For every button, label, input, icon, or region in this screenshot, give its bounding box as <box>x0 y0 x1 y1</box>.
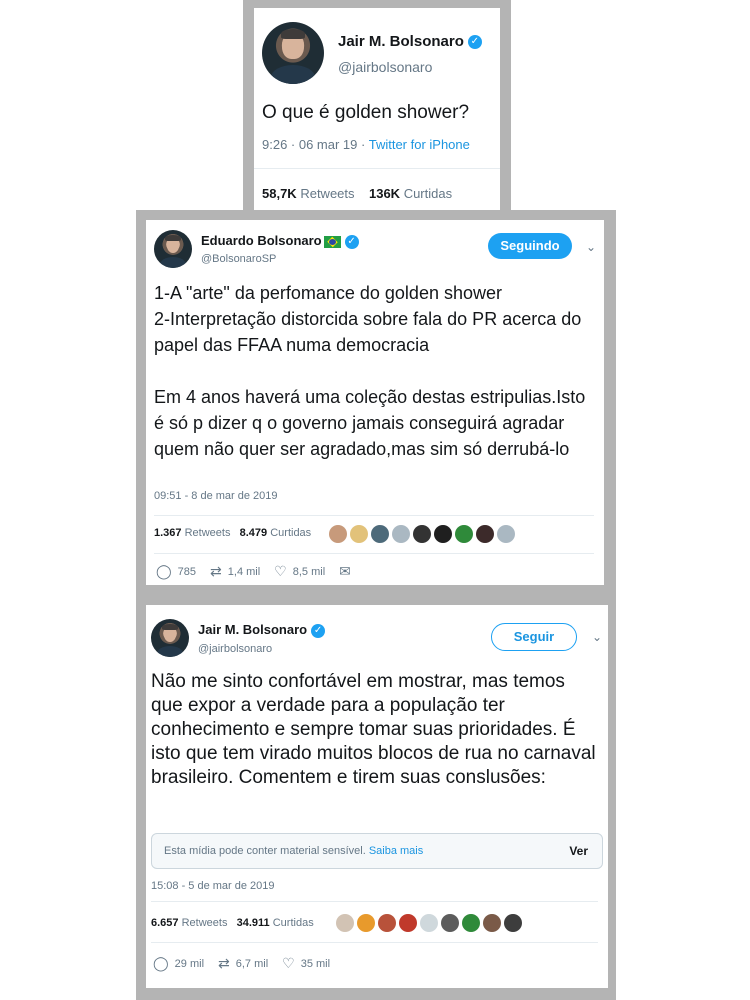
like-count: 8,5 mil <box>292 565 326 578</box>
avatar[interactable] <box>151 619 189 657</box>
tweet-3-card: Jair M. Bolsonaro ✓ @jairbolsonaro Seguir… <box>146 605 608 988</box>
liker-avatar[interactable] <box>497 525 515 543</box>
liker-avatar[interactable] <box>378 914 396 932</box>
author-name[interactable]: Jair M. Bolsonaro <box>338 33 464 50</box>
liker-avatar[interactable] <box>462 914 480 932</box>
avatar[interactable] <box>262 22 324 84</box>
verified-badge-icon: ✓ <box>344 234 359 249</box>
liker-avatar[interactable] <box>329 525 347 543</box>
chevron-down-icon[interactable]: ⌄ <box>592 630 602 644</box>
author-name-row[interactable]: Jair M. Bolsonaro ✓ <box>198 622 326 638</box>
retweet-button[interactable]: ⇄ 1,4 mil <box>210 563 260 580</box>
view-media-button[interactable]: Ver <box>569 844 588 858</box>
retweets-label[interactable]: Retweets <box>185 527 231 539</box>
following-button[interactable]: Seguindo <box>488 233 572 259</box>
tweet-stats: 58,7K Retweets 136K Curtidas <box>262 186 452 201</box>
likes-count[interactable]: 8.479 <box>240 527 268 539</box>
tweet-1-card: Jair M. Bolsonaro ✓ @jairbolsonaro O que … <box>254 8 500 211</box>
likes-label[interactable]: Curtidas <box>404 186 452 201</box>
tweet-actions: ◯ 785 ⇄ 1,4 mil ♡ 8,5 mil ✉ <box>156 563 371 580</box>
reply-icon: ◯ <box>156 563 172 579</box>
reply-count: 29 mil <box>174 957 205 970</box>
author-handle[interactable]: @jairbolsonaro <box>198 643 272 655</box>
sensitive-message: Esta mídia pode conter material sensível… <box>164 845 366 857</box>
tweet-timestamp[interactable]: 15:08 - 5 de mar de 2019 <box>151 880 275 892</box>
tweet-stats: 6.657 Retweets 34.911 Curtidas <box>151 917 314 929</box>
liker-avatars <box>329 525 515 543</box>
tweet-timestamp-row: 9:26 · 06 mar 19 · Twitter for iPhone <box>262 137 470 152</box>
reply-icon: ◯ <box>153 955 169 971</box>
liker-avatar[interactable] <box>399 914 417 932</box>
retweets-count[interactable]: 58,7K <box>262 186 297 201</box>
heart-icon: ♡ <box>282 955 295 971</box>
retweets-label[interactable]: Retweets <box>182 917 228 929</box>
learn-more-link[interactable]: Saiba mais <box>369 845 423 857</box>
heart-icon: ♡ <box>274 563 287 579</box>
liker-avatar[interactable] <box>350 525 368 543</box>
sensitive-media-notice[interactable]: Esta mídia pode conter material sensível… <box>151 833 603 869</box>
author-handle[interactable]: @BolsonaroSP <box>201 253 276 265</box>
divider <box>151 942 598 943</box>
verified-badge-icon: ✓ <box>467 35 482 50</box>
chevron-down-icon[interactable]: ⌄ <box>586 240 596 254</box>
tweet-text: Não me sinto confortável em mostrar, mas… <box>151 671 596 788</box>
retweets-label[interactable]: Retweets <box>300 186 354 201</box>
liker-avatar[interactable] <box>434 525 452 543</box>
liker-avatar[interactable] <box>476 525 494 543</box>
verified-badge-icon: ✓ <box>311 623 326 638</box>
retweets-count[interactable]: 1.367 <box>154 527 182 539</box>
retweet-button[interactable]: ⇄ 6,7 mil <box>218 955 268 972</box>
liker-avatar[interactable] <box>455 525 473 543</box>
retweet-count: 1,4 mil <box>227 565 261 578</box>
tweet-timestamp[interactable]: 09:51 - 8 de mar de 2019 <box>154 490 278 502</box>
brazil-flag-icon <box>323 235 341 248</box>
tweet-source-link[interactable]: Twitter for iPhone <box>369 137 470 152</box>
liker-avatars <box>336 914 522 932</box>
liker-avatar[interactable] <box>413 525 431 543</box>
divider <box>254 168 500 169</box>
tweet-2-card: Eduardo Bolsonaro ✓ @BolsonaroSP Seguindo… <box>146 220 604 585</box>
liker-avatar[interactable] <box>357 914 375 932</box>
retweet-count: 6,7 mil <box>235 957 269 970</box>
like-button[interactable]: ♡ 8,5 mil <box>274 563 325 580</box>
tweet-actions: ◯ 29 mil ⇄ 6,7 mil ♡ 35 mil <box>153 955 344 972</box>
like-button[interactable]: ♡ 35 mil <box>282 955 330 972</box>
tweet-text: O que é golden shower? <box>262 102 470 123</box>
liker-avatar[interactable] <box>504 914 522 932</box>
likes-label[interactable]: Curtidas <box>270 527 311 539</box>
retweets-count[interactable]: 6.657 <box>151 917 179 929</box>
direct-message-button[interactable]: ✉ <box>339 563 357 580</box>
author-name[interactable]: Eduardo Bolsonaro <box>201 233 322 248</box>
author-handle[interactable]: @jairbolsonaro <box>338 59 432 75</box>
author-name[interactable]: Jair M. Bolsonaro <box>198 622 307 637</box>
sensitive-media-text: Esta mídia pode conter material sensível… <box>164 845 423 857</box>
meta-separator: · <box>357 137 369 152</box>
reply-button[interactable]: ◯ 785 <box>156 563 196 580</box>
reply-button[interactable]: ◯ 29 mil <box>153 955 204 972</box>
liker-avatar[interactable] <box>371 525 389 543</box>
like-count: 35 mil <box>300 957 331 970</box>
follow-button[interactable]: Seguir <box>491 623 577 651</box>
tweet-text: 1-A "arte" da perfomance do golden showe… <box>154 283 586 459</box>
liker-avatar[interactable] <box>336 914 354 932</box>
liker-avatar[interactable] <box>420 914 438 932</box>
retweet-icon: ⇄ <box>210 563 222 579</box>
author-name-row[interactable]: Jair M. Bolsonaro ✓ <box>338 33 482 50</box>
liker-avatar[interactable] <box>483 914 501 932</box>
liker-avatar[interactable] <box>392 525 410 543</box>
likes-count[interactable]: 136K <box>369 186 400 201</box>
author-name-row[interactable]: Eduardo Bolsonaro ✓ <box>201 233 359 249</box>
divider <box>154 515 594 516</box>
tweet-timestamp[interactable]: 9:26 · 06 mar 19 <box>262 137 357 152</box>
likes-count[interactable]: 34.911 <box>237 917 270 929</box>
likes-label[interactable]: Curtidas <box>273 917 314 929</box>
retweet-icon: ⇄ <box>218 955 230 971</box>
tweet-stats: 1.367 Retweets 8.479 Curtidas <box>154 527 311 539</box>
direct-message-icon: ✉ <box>339 563 351 579</box>
liker-avatar[interactable] <box>441 914 459 932</box>
reply-count: 785 <box>177 565 197 578</box>
divider <box>154 553 594 554</box>
avatar[interactable] <box>154 230 192 268</box>
divider <box>151 901 598 902</box>
